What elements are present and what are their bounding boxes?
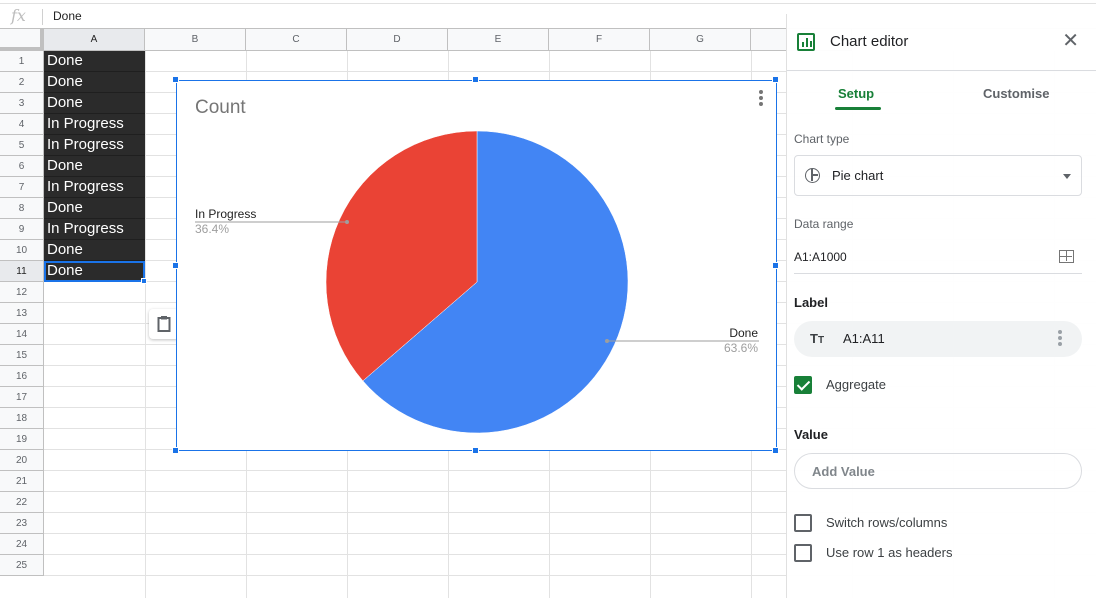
slice-percent-in-progress: 36.4% — [195, 222, 230, 236]
resize-handle-bottom[interactable] — [472, 447, 479, 454]
row-header-13[interactable]: 13 — [0, 303, 44, 324]
panel-title: Chart editor — [830, 33, 909, 50]
cell-a11[interactable]: Done — [44, 261, 145, 282]
formula-input[interactable]: Done — [53, 9, 82, 23]
column-header-e[interactable]: E — [448, 29, 549, 51]
pie-plot — [195, 130, 759, 434]
row-header-11[interactable]: 11 — [0, 261, 44, 282]
cell-a5[interactable]: In Progress — [44, 135, 145, 156]
chart-type-dropdown[interactable]: Pie chart — [794, 155, 1082, 196]
row-header-15[interactable]: 15 — [0, 345, 44, 366]
row-header-7[interactable]: 7 — [0, 177, 44, 198]
divider — [42, 9, 43, 25]
bar-chart-icon — [797, 33, 815, 51]
switch-rows-label: Switch rows/columns — [826, 515, 948, 530]
caret-down-icon — [1063, 174, 1071, 179]
row-header-4[interactable]: 4 — [0, 114, 44, 135]
row-header-8[interactable]: 8 — [0, 198, 44, 219]
cell-a8[interactable]: Done — [44, 198, 145, 219]
chart-type-label: Chart type — [794, 132, 850, 146]
text-type-icon: TT — [810, 331, 825, 346]
row-header-16[interactable]: 16 — [0, 366, 44, 387]
switch-rows-checkbox[interactable] — [794, 514, 812, 532]
active-tab-indicator — [835, 107, 881, 110]
tab-customise[interactable]: Customise — [983, 86, 1049, 101]
row-header-21[interactable]: 21 — [0, 471, 44, 492]
slice-label-done: Done — [729, 326, 758, 340]
cell-a6[interactable]: Done — [44, 156, 145, 177]
column-header-f[interactable]: F — [549, 29, 650, 51]
label-heading: Label — [794, 295, 828, 310]
resize-handle-top-left[interactable] — [172, 76, 179, 83]
resize-handle-bottom-right[interactable] — [772, 447, 779, 454]
row-header-17[interactable]: 17 — [0, 387, 44, 408]
label-range-chip[interactable]: TT A1:A11 — [794, 321, 1082, 357]
row-header-14[interactable]: 14 — [0, 324, 44, 345]
row-header-9[interactable]: 9 — [0, 219, 44, 240]
fill-handle[interactable] — [141, 278, 147, 284]
resize-handle-bottom-left[interactable] — [172, 447, 179, 454]
fx-icon: fx — [11, 6, 26, 25]
label-range-value: A1:A11 — [843, 331, 885, 346]
resize-handle-left[interactable] — [172, 262, 179, 269]
cell-a10[interactable]: Done — [44, 240, 145, 261]
row-header-12[interactable]: 12 — [0, 282, 44, 303]
cell-a4[interactable]: In Progress — [44, 114, 145, 135]
column-header-d[interactable]: D — [347, 29, 448, 51]
row-header-23[interactable]: 23 — [0, 513, 44, 534]
cell-a7[interactable]: In Progress — [44, 177, 145, 198]
data-range-label: Data range — [794, 217, 854, 231]
more-vert-icon[interactable] — [1058, 330, 1062, 348]
row-header-25[interactable]: 25 — [0, 555, 44, 576]
aggregate-checkbox[interactable] — [794, 376, 812, 394]
slice-percent-done: 63.6% — [723, 341, 758, 355]
leader-line-in-progress-dot — [345, 220, 349, 224]
select-all-corner[interactable] — [0, 29, 44, 51]
pie-chart-icon — [805, 168, 820, 183]
data-range-value: A1:A1000 — [794, 250, 847, 264]
tab-setup[interactable]: Setup — [838, 86, 874, 101]
slice-label-in-progress: In Progress — [195, 207, 257, 221]
row-header-1[interactable]: 1 — [0, 51, 44, 72]
column-header-a[interactable]: A — [44, 29, 145, 51]
row-header-24[interactable]: 24 — [0, 534, 44, 555]
row-header-6[interactable]: 6 — [0, 156, 44, 177]
resize-handle-top-right[interactable] — [772, 76, 779, 83]
value-heading: Value — [794, 427, 828, 442]
panel-header: Chart editor ✕ — [787, 14, 1096, 71]
chart-type-value: Pie chart — [832, 168, 884, 183]
resize-handle-top[interactable] — [472, 76, 479, 83]
data-range-input[interactable]: A1:A1000 — [794, 242, 1082, 274]
row-header-10[interactable]: 10 — [0, 240, 44, 261]
cell-a1[interactable]: Done — [44, 51, 145, 72]
aggregate-label: Aggregate — [826, 377, 886, 392]
row-header-22[interactable]: 22 — [0, 492, 44, 513]
row-header-5[interactable]: 5 — [0, 135, 44, 156]
chart-editor-panel: Chart editor ✕ Setup Customise Chart typ… — [786, 14, 1096, 598]
column-header-b[interactable]: B — [145, 29, 246, 51]
add-value-label: Add Value — [812, 464, 875, 479]
add-value-button[interactable]: Add Value — [794, 453, 1082, 489]
row-header-20[interactable]: 20 — [0, 450, 44, 471]
cell-a3[interactable]: Done — [44, 93, 145, 114]
use-row1-label: Use row 1 as headers — [826, 545, 953, 560]
row-header-19[interactable]: 19 — [0, 429, 44, 450]
leader-line-done-dot — [605, 339, 609, 343]
column-header-c[interactable]: C — [246, 29, 347, 51]
row-header-2[interactable]: 2 — [0, 72, 44, 93]
close-icon[interactable]: ✕ — [1062, 30, 1079, 52]
column-header-g[interactable]: G — [650, 29, 751, 51]
paste-format-button[interactable] — [149, 309, 179, 339]
google-sheets-window: fx Done A B C D E F G 1 2 3 4 5 6 7 8 9 10 11 12 13 14 15 16 17… — [0, 0, 1096, 598]
pie-chart[interactable]: Count In Progress 36.4% Done 63.6% — [176, 80, 777, 451]
cell-a9[interactable]: In Progress — [44, 219, 145, 240]
row-header-18[interactable]: 18 — [0, 408, 44, 429]
resize-handle-right[interactable] — [772, 262, 779, 269]
select-range-icon[interactable] — [1059, 250, 1074, 263]
clipboard-icon — [157, 316, 171, 332]
cell-a2[interactable]: Done — [44, 72, 145, 93]
use-row1-checkbox[interactable] — [794, 544, 812, 562]
row-header-3[interactable]: 3 — [0, 93, 44, 114]
